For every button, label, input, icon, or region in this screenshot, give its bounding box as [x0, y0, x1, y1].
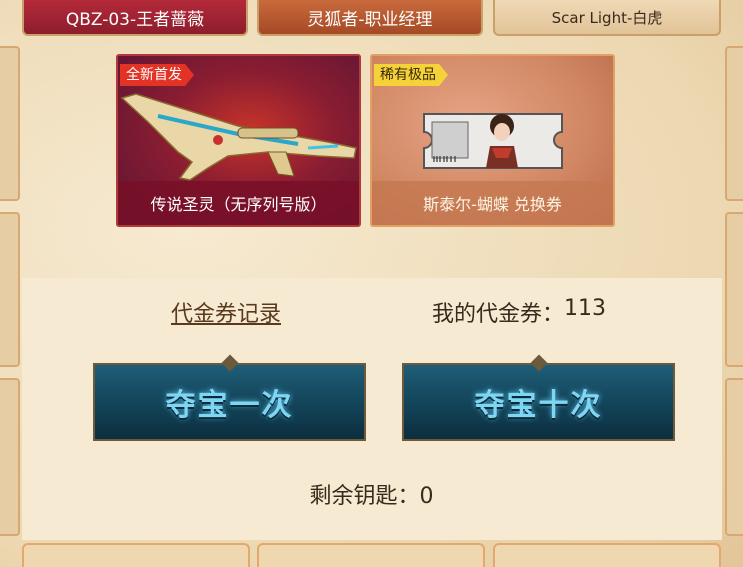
bottom-card-2[interactable]	[257, 543, 485, 567]
voucher-record-link[interactable]: 代金券记录	[171, 296, 281, 328]
side-card-right-1[interactable]	[725, 46, 743, 201]
tab-item-2[interactable]: 灵狐者-职业经理	[257, 0, 483, 36]
side-card-right-2[interactable]	[725, 212, 743, 367]
prize-name: 传说圣灵（无序列号版）	[118, 181, 359, 225]
prize-card-weapon[interactable]: 全新首发 传说圣灵（无序列号版）	[116, 54, 361, 227]
bottom-card-1[interactable]	[22, 543, 250, 567]
button-label: 夺宝一次	[165, 388, 294, 423]
prize-name: 斯泰尔-蝴蝶 兑换券	[372, 181, 613, 225]
side-card-right-3[interactable]	[725, 378, 743, 536]
voucher-ticket-image	[423, 113, 563, 169]
new-release-badge: 全新首发	[120, 64, 194, 86]
tab-label: QBZ-03-王者蔷薇	[65, 9, 205, 30]
tab-label: 灵狐者-职业经理	[307, 9, 433, 30]
voucher-label: 我的代金券：	[432, 302, 565, 327]
tab-item-3[interactable]: Scar Light-白虎	[493, 0, 721, 36]
voucher-value: 113	[564, 296, 607, 321]
side-card-left-1[interactable]	[0, 46, 20, 201]
draw-ten-button[interactable]: 夺宝十次	[402, 354, 675, 441]
rare-item-badge: 稀有极品	[374, 64, 448, 86]
sniper-rifle-image	[120, 93, 357, 181]
keys-value: 0	[419, 484, 434, 509]
keys-label: 剩余钥匙：	[309, 484, 420, 509]
button-label: 夺宝十次	[474, 388, 603, 423]
my-voucher-count: 我的代金券： 113	[432, 296, 606, 328]
side-card-left-3[interactable]	[0, 378, 20, 536]
remaining-keys: 剩余钥匙：0	[0, 478, 743, 510]
bottom-card-3[interactable]	[493, 543, 721, 567]
prize-card-voucher[interactable]: 稀有极品 斯泰尔-蝴蝶 兑换券	[370, 54, 615, 227]
tab-item-1[interactable]: QBZ-03-王者蔷薇	[22, 0, 248, 36]
tab-label: Scar Light-白虎	[551, 8, 663, 27]
draw-once-button[interactable]: 夺宝一次	[93, 354, 366, 441]
side-card-left-2[interactable]	[0, 212, 20, 367]
